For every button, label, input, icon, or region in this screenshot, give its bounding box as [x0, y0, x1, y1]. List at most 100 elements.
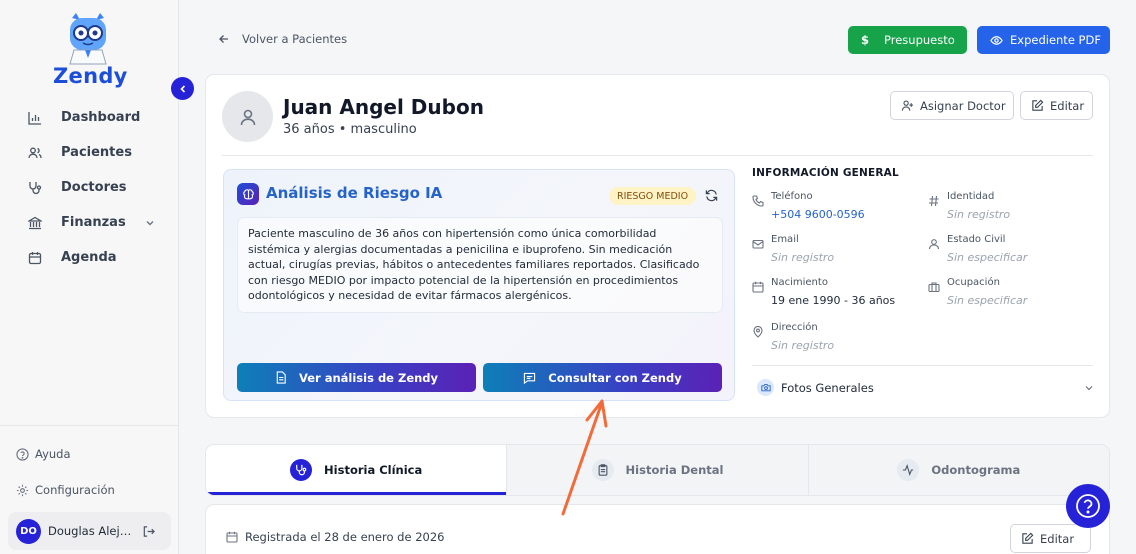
info-label: Identidad	[947, 191, 995, 202]
users-icon	[28, 146, 42, 160]
edit-label: Editar	[1040, 531, 1075, 546]
divider	[752, 365, 1093, 366]
edit-label: Editar	[1050, 98, 1085, 113]
registration-date-text: Registrada el 28 de enero de 2026	[245, 530, 445, 544]
ai-summary-text: Paciente masculino de 36 años con hipert…	[237, 217, 723, 313]
patient-avatar	[222, 91, 273, 142]
sidebar: Zendy Dashboard Pacientes Doctores Finan…	[0, 0, 179, 554]
info-email: Email Sin registro	[752, 234, 912, 264]
info-section-title: INFORMACIÓN GENERAL	[752, 167, 899, 179]
phone-value[interactable]: +504 9600-0596	[771, 208, 912, 221]
message-icon	[523, 372, 536, 384]
help-circle-icon	[16, 447, 29, 461]
tab-historia-dental[interactable]: Historia Dental	[506, 445, 808, 495]
edit-icon	[1021, 532, 1034, 545]
edit-patient-button[interactable]: Editar	[1020, 91, 1093, 120]
hash-icon	[928, 195, 940, 207]
sidebar-item-label: Dashboard	[61, 110, 141, 125]
consult-zendy-button[interactable]: Consultar con Zendy	[483, 363, 722, 392]
info-label: Nacimiento	[771, 277, 828, 288]
civil-status-value: Sin especificar	[947, 251, 1028, 264]
assign-doctor-label: Asignar Doctor	[920, 98, 1006, 113]
tab-label: Historia Dental	[625, 463, 724, 477]
risk-badge: RIESGO MEDIO	[609, 187, 697, 205]
sidebar-item-finanzas[interactable]: Finanzas	[0, 205, 179, 240]
sidebar-footer: Ayuda Configuración DO Douglas Alejandro	[0, 425, 179, 550]
chevron-down-icon[interactable]	[145, 218, 155, 228]
activity-icon	[897, 459, 920, 481]
info-address: Dirección Sin registro	[752, 322, 912, 352]
assign-doctor-button[interactable]: Asignar Doctor	[890, 91, 1014, 120]
brain-icon	[237, 183, 259, 205]
photos-label: Fotos Generales	[781, 380, 874, 395]
calendar-icon	[28, 251, 42, 265]
info-civil-status: Estado Civil Sin especificar	[928, 234, 1088, 264]
occupation-value: Sin especificar	[947, 294, 1028, 307]
sidebar-item-label: Agenda	[61, 250, 117, 265]
logout-icon[interactable]	[142, 525, 155, 538]
record-tabs: Historia Clínica Historia Dental Odontog…	[205, 444, 1110, 496]
tab-label: Odontograma	[931, 463, 1021, 477]
tab-label: Historia Clínica	[324, 463, 423, 477]
clipboard-icon	[591, 459, 614, 481]
birth-value: 19 ene 1990 - 36 años	[771, 294, 896, 307]
sidebar-item-dashboard[interactable]: Dashboard	[0, 100, 179, 135]
sidebar-collapse-button[interactable]	[171, 77, 194, 100]
view-zendy-analysis-button[interactable]: Ver análisis de Zendy	[237, 363, 476, 392]
help-link[interactable]: Ayuda	[0, 436, 179, 472]
calendar-icon	[226, 531, 238, 543]
document-icon	[275, 371, 287, 384]
briefcase-icon	[928, 281, 940, 293]
settings-link[interactable]: Configuración	[0, 472, 179, 508]
budget-button[interactable]: $ Presupuesto	[848, 26, 967, 54]
help-label: Ayuda	[35, 447, 71, 461]
pdf-label: Expediente PDF	[1010, 33, 1101, 47]
mail-icon	[752, 238, 764, 250]
sidebar-item-doctores[interactable]: Doctores	[0, 170, 179, 205]
camera-icon	[757, 379, 774, 396]
divider	[222, 155, 1093, 156]
registration-date: Registrada el 28 de enero de 2026	[226, 530, 444, 544]
eye-icon	[990, 34, 1003, 47]
view-analysis-label: Ver análisis de Zendy	[298, 370, 439, 385]
user-name: Douglas Alejandro	[48, 524, 134, 538]
settings-label: Configuración	[35, 483, 115, 497]
sidebar-nav: Dashboard Pacientes Doctores Finanzas Ag…	[0, 100, 179, 275]
general-photos-accordion[interactable]: Fotos Generales	[757, 379, 1094, 396]
stethoscope-icon	[290, 459, 313, 481]
tab-historia-clinica[interactable]: Historia Clínica	[206, 445, 507, 495]
help-circle-icon	[1076, 494, 1100, 518]
info-label: Teléfono	[771, 191, 813, 202]
refresh-icon[interactable]	[705, 189, 718, 202]
info-identity: Identidad Sin registro	[928, 191, 1088, 221]
info-phone: Teléfono +504 9600-0596	[752, 191, 912, 221]
user-profile[interactable]: DO Douglas Alejandro	[8, 512, 171, 550]
help-floating-button[interactable]	[1066, 484, 1110, 528]
ai-risk-analysis-panel: Análisis de Riesgo IA RIESGO MEDIO Pacie…	[223, 169, 735, 401]
clinical-history-card: Registrada el 28 de enero de 2026 Editar	[205, 504, 1110, 554]
sidebar-item-label: Finanzas	[61, 215, 126, 230]
arrow-left-icon	[218, 33, 230, 45]
bank-icon	[28, 216, 42, 230]
info-label: Email	[771, 234, 799, 245]
sidebar-item-label: Doctores	[61, 180, 127, 195]
chevron-left-icon	[179, 84, 185, 93]
edit-history-button[interactable]: Editar	[1010, 524, 1091, 553]
address-value: Sin registro	[771, 339, 835, 352]
user-icon	[240, 109, 255, 125]
chart-bar-icon	[28, 111, 42, 125]
back-to-patients-link[interactable]: Volver a Pacientes	[218, 32, 347, 46]
patient-name: Juan Angel Dubon	[283, 95, 484, 119]
gear-icon	[16, 484, 29, 497]
sidebar-item-label: Pacientes	[61, 145, 132, 160]
stethoscope-icon	[28, 181, 42, 195]
edit-icon	[1031, 99, 1044, 112]
pdf-record-button[interactable]: Expediente PDF	[977, 26, 1110, 54]
tab-odontograma[interactable]: Odontograma	[807, 445, 1109, 495]
info-label: Ocupación	[947, 277, 1000, 288]
sidebar-item-pacientes[interactable]: Pacientes	[0, 135, 179, 170]
info-occupation: Ocupación Sin especificar	[928, 277, 1088, 307]
phone-icon	[752, 195, 764, 207]
identity-value: Sin registro	[947, 208, 1011, 221]
sidebar-item-agenda[interactable]: Agenda	[0, 240, 179, 275]
